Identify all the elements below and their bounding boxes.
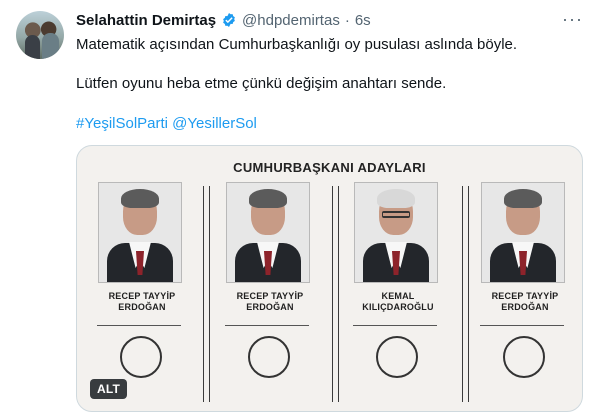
ballot-divider [462,186,463,402]
candidate-photo [354,182,438,283]
avatar-person-right [42,33,59,59]
candidate-column: KEMAL KILIÇDAROĞLU [348,182,438,402]
vote-circle [120,336,162,378]
tweet-text-line-1: Matematik açısından Cumhurbaşkanlığı oy … [76,36,518,53]
author-handle[interactable]: @hdpdemirtas [242,12,340,29]
hair-shape [121,189,159,208]
ballot-title: CUMHURBAŞKANI ADAYLARI [233,160,426,175]
hair-shape [249,189,287,208]
ballot-divider [203,186,204,402]
ballot-line [97,325,181,326]
ballot-line [480,325,564,326]
candidate-name: RECEP TAYYİP ERDOĞAN [491,291,559,312]
verified-badge-icon [223,13,235,27]
tweet-time[interactable]: 6s [355,12,371,29]
candidate-name: RECEP TAYYİP ERDOĞAN [108,291,176,312]
candidate-photo [481,182,565,283]
avatar[interactable] [16,11,64,59]
ballot-divider [209,186,210,402]
tweet-header: Selahattin Demirtaş @hdpdemirtas · 6s [76,10,371,30]
candidate-name: KEMAL KILIÇDAROĞLU [362,291,434,312]
vote-circle [503,336,545,378]
author-name[interactable]: Selahattin Demirtaş [76,12,216,29]
ballot-divider [338,186,339,402]
alt-text-button[interactable]: ALT [90,379,128,399]
vote-circle [376,336,418,378]
meta-separator: · [344,11,350,29]
more-options-button[interactable]: ··· [562,9,583,30]
hair-shape [504,189,542,208]
glasses-icon [382,211,410,218]
tweet-text-line-2: Lütfen oyunu heba etme çünkü değişim ana… [76,75,447,92]
hashtag-links[interactable]: #YeşilSolParti @YesillerSol [76,114,257,134]
candidate-column: RECEP TAYYİP ERDOĞAN [475,182,565,402]
candidate-photo [226,182,310,283]
candidate-column: RECEP TAYYİP ERDOĞAN [220,182,310,402]
tweet-card[interactable]: Selahattin Demirtaş @hdpdemirtas · 6s ··… [0,0,597,412]
avatar-person-left [25,35,40,59]
ballot-line [225,325,309,326]
hair-shape [377,189,415,208]
ballot-divider [332,186,333,402]
candidate-column: RECEP TAYYİP ERDOĞAN [92,182,182,402]
vote-circle [248,336,290,378]
tweet-media-image[interactable]: CUMHURBAŞKANI ADAYLARI RECEP TAYYİP ERDO… [76,145,583,412]
candidate-name: RECEP TAYYİP ERDOĞAN [236,291,304,312]
candidate-photo [98,182,182,283]
ballot-line [353,325,437,326]
ballot-divider [468,186,469,402]
